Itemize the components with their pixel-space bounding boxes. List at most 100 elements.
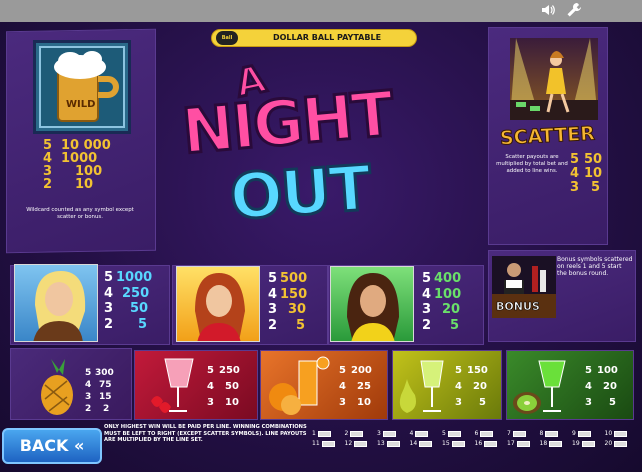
payline-14: 14 (410, 440, 433, 447)
payline-4: 4 (410, 430, 429, 437)
payline-pattern-icon (419, 440, 433, 447)
drink-pay-row: 4 25 (339, 381, 371, 392)
bonus-label: BONUS (496, 300, 540, 314)
payline-6: 6 (475, 430, 494, 437)
payline-pattern-icon (484, 440, 498, 447)
pear-payouts: 5 150 4 20 35 (455, 363, 488, 411)
pear-drink-icon (399, 360, 444, 413)
girl-symbol-3 (330, 266, 414, 342)
drink-panel-pineapple: 5 300 4 75 3 15 22 (10, 348, 132, 420)
payline-5: 5 (442, 430, 461, 437)
payline-1: 1 (312, 430, 331, 437)
wild-payouts: 5 10 000 4 1000 3 100 2 10 (43, 139, 111, 191)
payline-number: 15 (442, 440, 450, 447)
payline-pattern-icon (614, 430, 628, 437)
paytable-title-text: DOLLAR BALL PAYTABLE (272, 33, 382, 42)
payline-number: 3 (377, 430, 381, 437)
payline-pattern-icon (350, 430, 364, 437)
payline-11: 11 (312, 440, 335, 447)
pineapple-payouts: 5 300 4 75 3 15 22 (85, 367, 114, 415)
girl-pay-row: 5 400 (422, 271, 462, 286)
payline-number: 13 (377, 440, 385, 447)
girl-symbol-1 (14, 264, 98, 342)
girl-pay-row: 5 500 (268, 271, 308, 286)
drink-pay-row: 5 300 (85, 368, 114, 378)
girl-payouts-1: 5 1000 4 250 3 50 25 (104, 270, 152, 332)
payline-pattern-icon (581, 440, 595, 447)
drink-pay-row: 22 (85, 404, 110, 414)
pineapple-drink-icon (41, 359, 73, 415)
payline-18: 18 (540, 440, 563, 447)
wild-badge: WILD (66, 99, 96, 110)
payline-number: 6 (474, 430, 479, 437)
payline-number: 11 (312, 440, 320, 447)
payline-pattern-icon (545, 430, 559, 437)
bonus-symbol: BONUS (492, 256, 556, 318)
scatter-symbol (510, 38, 598, 120)
girl-pay-row: 3 50 (104, 301, 149, 316)
girl-pay-row: 5 1000 (104, 270, 153, 285)
strawberry-drink-icon (151, 358, 194, 413)
dollar-ball-icon: Ball (216, 31, 238, 45)
payline-pattern-icon (512, 430, 526, 437)
wild-note: Wildcard counted as any symbol except sc… (26, 207, 134, 220)
scatter-pay-row: 35 (570, 180, 601, 195)
scatter-payouts: 5 50 4 10 35 (570, 153, 602, 195)
payline-12: 12 (345, 440, 368, 447)
payline-number: 2 (344, 430, 349, 437)
payline-16: 16 (475, 440, 498, 447)
payline-pattern-icon (480, 430, 494, 437)
payline-number: 16 (474, 440, 483, 447)
payline-number: 12 (344, 440, 353, 447)
girl-payouts-2: 5 500 4 150 3 30 25 (268, 271, 307, 333)
payline-pattern-icon (382, 430, 396, 437)
drink-panel-orange: 5 200 4 25 3 10 (260, 350, 388, 420)
payline-3: 3 (377, 430, 396, 437)
payline-17: 17 (507, 440, 530, 447)
girl-pay-row: 3 30 (268, 302, 307, 317)
payline-pattern-icon (354, 440, 368, 447)
payline-20: 20 (605, 440, 628, 447)
drink-pay-row: 5 200 (339, 365, 372, 376)
payline-number: 8 (539, 430, 544, 437)
payline-pattern-icon (549, 440, 563, 447)
girl-pay-row: 4 150 (268, 286, 308, 302)
drink-pay-row: 4 75 (85, 380, 112, 390)
wrench-icon[interactable] (566, 2, 582, 23)
drink-pay-row: 3 10 (339, 397, 371, 408)
payline-pattern-icon (451, 440, 465, 447)
girl-payouts-3: 5 400 4 100 3 20 25 (422, 271, 461, 333)
game-logo: A NIGHT OUT (178, 55, 468, 237)
drink-pay-row: 3 15 (85, 392, 112, 402)
speaker-icon[interactable] (540, 2, 556, 23)
payline-number: 20 (604, 440, 613, 447)
rules-text: ONLY HIGHEST WIN WILL BE PAID PER LINE. … (104, 424, 307, 444)
drink-pay-row: 5 150 (455, 365, 488, 376)
scatter-note: Scatter payouts are multiplied by total … (496, 154, 568, 174)
payline-number: 10 (604, 430, 613, 437)
payline-pattern-icon (415, 430, 429, 437)
wild-pay-row: 2 10 (43, 177, 94, 192)
payline-19: 19 (572, 440, 595, 447)
payline-number: 1 (312, 430, 316, 437)
payline-number: 9 (572, 430, 576, 437)
payline-13: 13 (377, 440, 400, 447)
payline-10: 10 (605, 430, 628, 437)
payline-number: 17 (507, 440, 515, 447)
drink-panel-strawberry: 5 250 4 50 3 10 (134, 350, 258, 420)
payline-pattern-icon (317, 430, 331, 437)
payline-pattern-icon (614, 440, 628, 447)
payline-7: 7 (507, 430, 526, 437)
kiwi-drink-icon (513, 360, 566, 414)
logo-out: OUT (226, 150, 373, 236)
payline-pattern-icon (447, 430, 461, 437)
back-button[interactable]: BACK « (2, 428, 102, 464)
top-toolbar (0, 0, 642, 22)
girl-pay-row: 25 (268, 317, 306, 333)
girl-symbol-2 (176, 266, 260, 342)
paytable-title: Ball DOLLAR BALL PAYTABLE (211, 29, 417, 47)
drink-pay-row: 5 250 (207, 365, 240, 376)
girl-pay-row: 4 100 (422, 286, 462, 302)
bonus-note: Bonus symbols scattered on reels 1 and 5… (557, 256, 633, 277)
payline-number: 4 (409, 430, 414, 437)
